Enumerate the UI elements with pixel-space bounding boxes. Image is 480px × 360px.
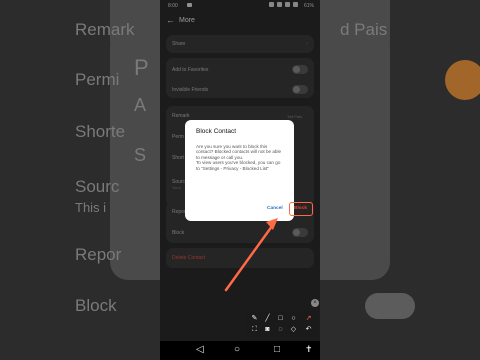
annotation-arrow bbox=[224, 218, 278, 292]
